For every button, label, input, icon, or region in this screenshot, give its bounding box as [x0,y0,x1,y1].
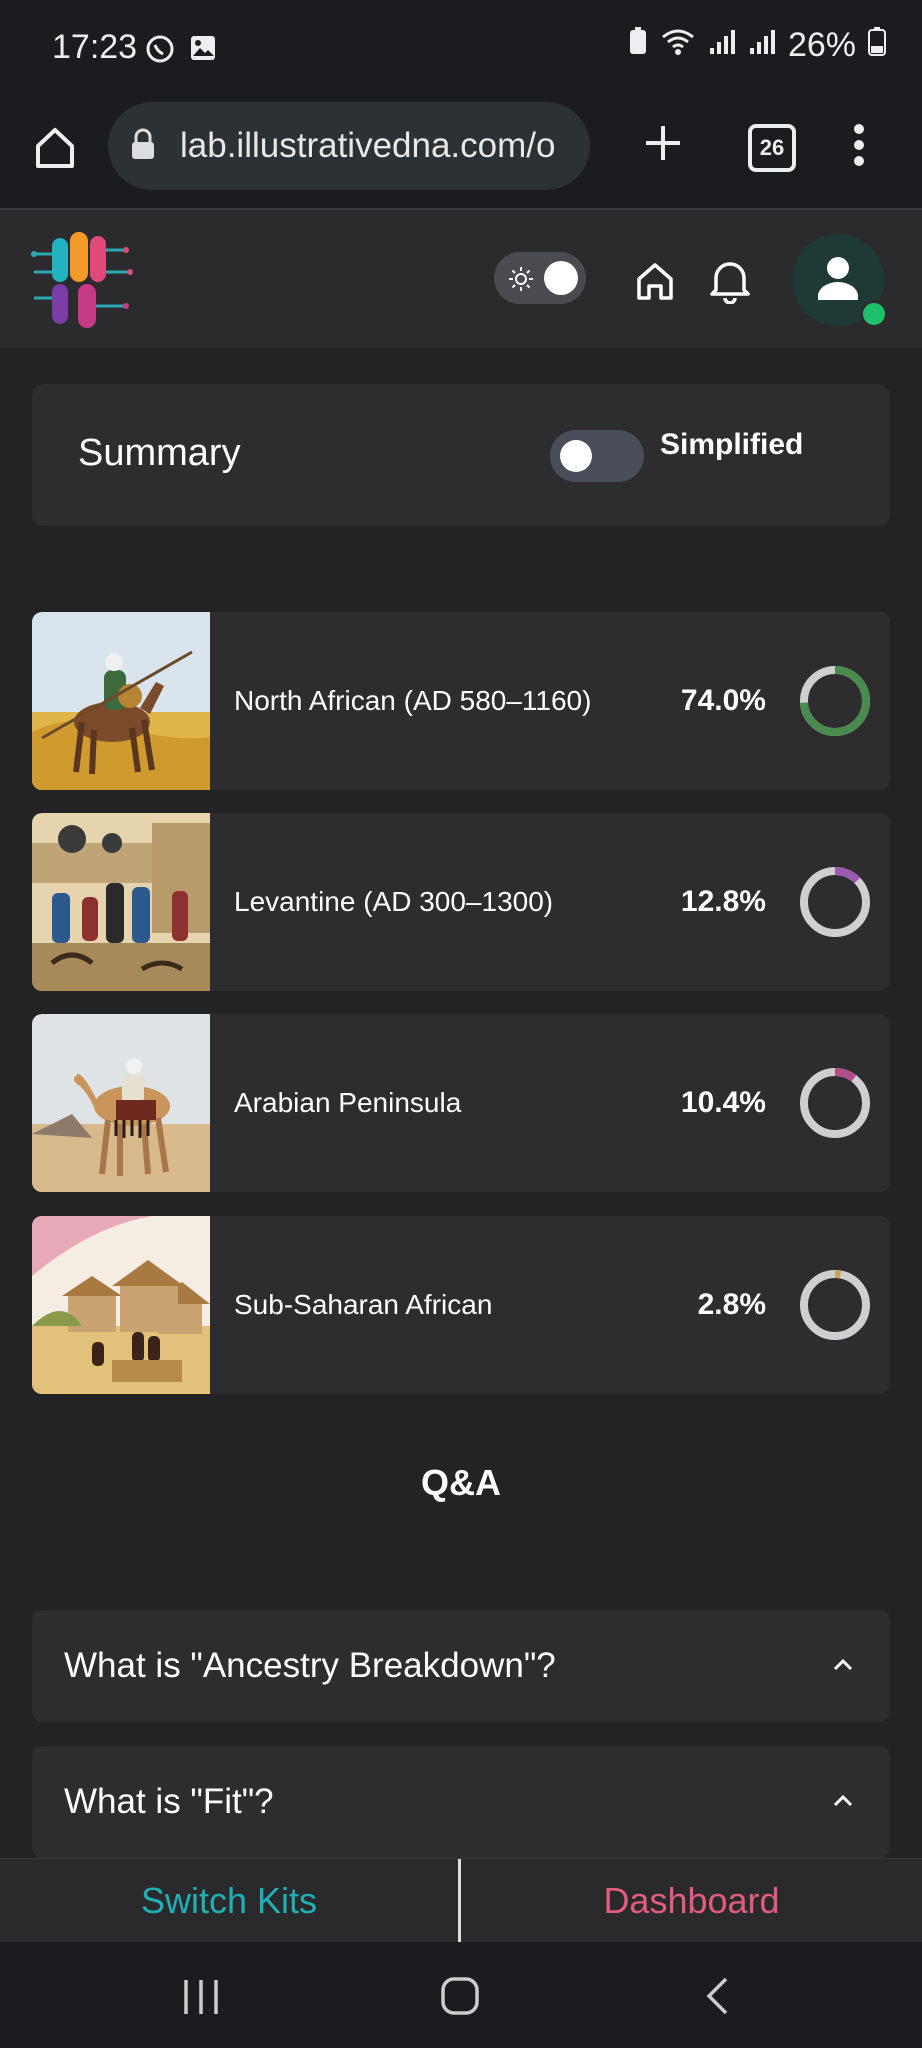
switch-kits-button[interactable]: Switch Kits [0,1859,458,1943]
faq-item[interactable]: What is "Ancestry Breakdown"? [32,1610,890,1722]
back-icon[interactable] [704,1976,730,2021]
north-african-image [32,612,210,790]
battery-icon [868,26,886,65]
status-bar: 17:23 26% [0,0,922,100]
battery-percent: 26% [787,26,856,64]
user-icon [818,257,858,300]
ancestry-row[interactable]: Sub-Saharan African 2.8% [32,1216,890,1394]
simplified-toggle-knob [560,440,592,472]
avatar[interactable] [792,234,888,328]
faq-question: What is "Fit"? [64,1782,274,1821]
online-status-dot [860,300,888,328]
ancestry-label: North African (AD 580–1160) [234,685,592,716]
tab-switcher-button[interactable]: 26 [748,124,796,172]
gallery-icon [189,34,217,69]
donut-track [800,1068,870,1138]
system-nav-bar [0,1942,922,2048]
chevron-up-icon[interactable] [832,1656,854,1672]
bottom-action-bar: Switch Kits Dashboard [0,1858,922,1943]
ancestry-donut [800,1068,870,1138]
ancestry-row[interactable]: North African (AD 580–1160) 74.0% [32,612,890,790]
lock-icon [130,128,156,160]
browser-home-icon[interactable] [30,122,80,172]
donut-track [800,1270,870,1340]
nav-home-icon[interactable] [440,1976,480,2021]
ancestry-percent: 74.0% [680,684,766,717]
ancestry-row[interactable]: Levantine (AD 300–1300) 12.8% [32,813,890,991]
status-time: 17:23 [52,28,138,66]
ancestry-donut [800,1270,870,1340]
wifi-icon [660,26,696,65]
arabian-peninsula-image [32,1014,210,1192]
summary-title: Summary [78,432,241,474]
levantine-image [32,813,210,991]
new-tab-icon[interactable] [640,120,686,166]
more-menu-icon[interactable] [852,122,866,168]
ancestry-percent: 10.4% [680,1086,766,1119]
ancestry-percent: 12.8% [680,885,766,918]
app-header [0,210,922,348]
address-bar[interactable]: lab.illustrativedna.com/o [108,102,590,190]
simplified-toggle[interactable] [550,430,644,482]
ancestry-label: Levantine (AD 300–1300) [234,886,554,917]
home-icon[interactable] [634,260,676,302]
browser-toolbar: lab.illustrativedna.com/o 26 [0,100,922,210]
chevron-up-icon[interactable] [832,1792,854,1808]
ancestry-label: Arabian Peninsula [234,1087,462,1118]
url-text: lab.illustrativedna.com/o [180,126,556,165]
ancestry-donut [800,867,870,937]
ancestry-donut [800,666,870,736]
sun-icon [508,266,534,292]
bell-icon[interactable] [708,256,752,305]
whatsapp-icon [145,34,175,69]
faq-item[interactable]: What is "Fit"? [32,1746,890,1858]
ancestry-label: Sub-Saharan African [234,1289,493,1320]
signal-roaming-icon [748,26,776,65]
sub-saharan-african-image [32,1216,210,1394]
faq-question: What is "Ancestry Breakdown"? [64,1646,556,1685]
ancestry-percent: 2.8% [697,1288,766,1321]
summary-card: Summary Simplified [32,384,890,526]
simplified-label: Simplified [660,428,804,461]
ancestry-row[interactable]: Arabian Peninsula 10.4% [32,1014,890,1192]
theme-toggle-knob [544,261,578,295]
battery-saver-icon [628,26,648,65]
signal-icon [708,26,736,65]
dashboard-button[interactable]: Dashboard [461,1859,922,1943]
logo[interactable] [30,228,136,332]
qa-title: Q&A [421,1462,501,1503]
recent-apps-icon[interactable] [182,1978,220,2021]
theme-toggle[interactable] [494,252,586,304]
